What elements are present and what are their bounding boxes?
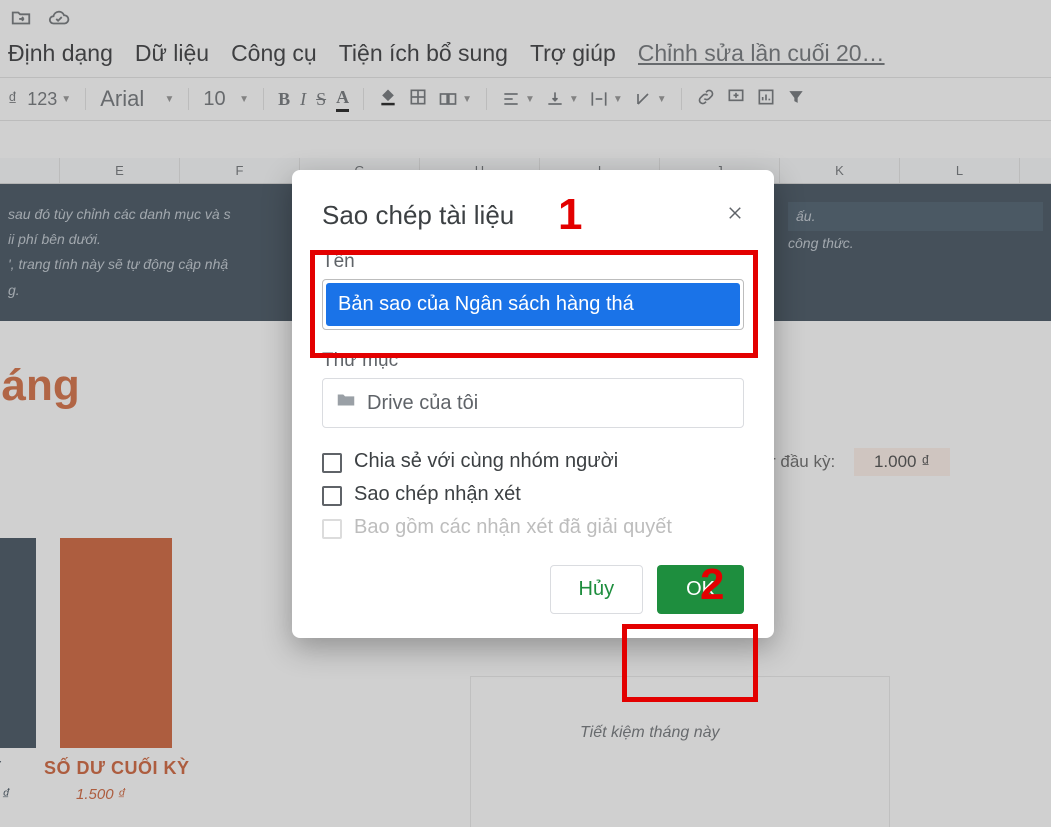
close-icon[interactable]	[726, 204, 744, 228]
checkbox-icon	[322, 486, 342, 506]
checkbox-label: Chia sẻ với cùng nhóm người	[354, 450, 618, 473]
folder-icon	[335, 389, 357, 417]
ok-button[interactable]: OK	[657, 565, 744, 614]
cancel-button[interactable]: Hủy	[550, 565, 644, 614]
checkbox-label: Sao chép nhận xét	[354, 483, 521, 506]
copy-document-dialog: Sao chép tài liệu Tên Thư mục Drive của …	[292, 170, 774, 638]
checkbox-share-same-people[interactable]: Chia sẻ với cùng nhóm người	[322, 450, 744, 473]
folder-select[interactable]: Drive của tôi	[322, 378, 744, 428]
checkbox-label: Bao gồm các nhận xét đã giải quyết	[354, 516, 672, 539]
folder-value: Drive của tôi	[367, 392, 478, 415]
name-label: Tên	[322, 251, 744, 273]
name-input[interactable]	[326, 283, 740, 326]
checkbox-icon	[322, 519, 342, 539]
checkbox-icon	[322, 453, 342, 473]
dialog-title: Sao chép tài liệu	[322, 200, 514, 231]
name-input-wrap	[322, 279, 744, 330]
folder-label: Thư mục	[322, 350, 744, 372]
checkbox-include-resolved: Bao gồm các nhận xét đã giải quyết	[322, 516, 744, 539]
checkbox-copy-comments[interactable]: Sao chép nhận xét	[322, 483, 744, 506]
